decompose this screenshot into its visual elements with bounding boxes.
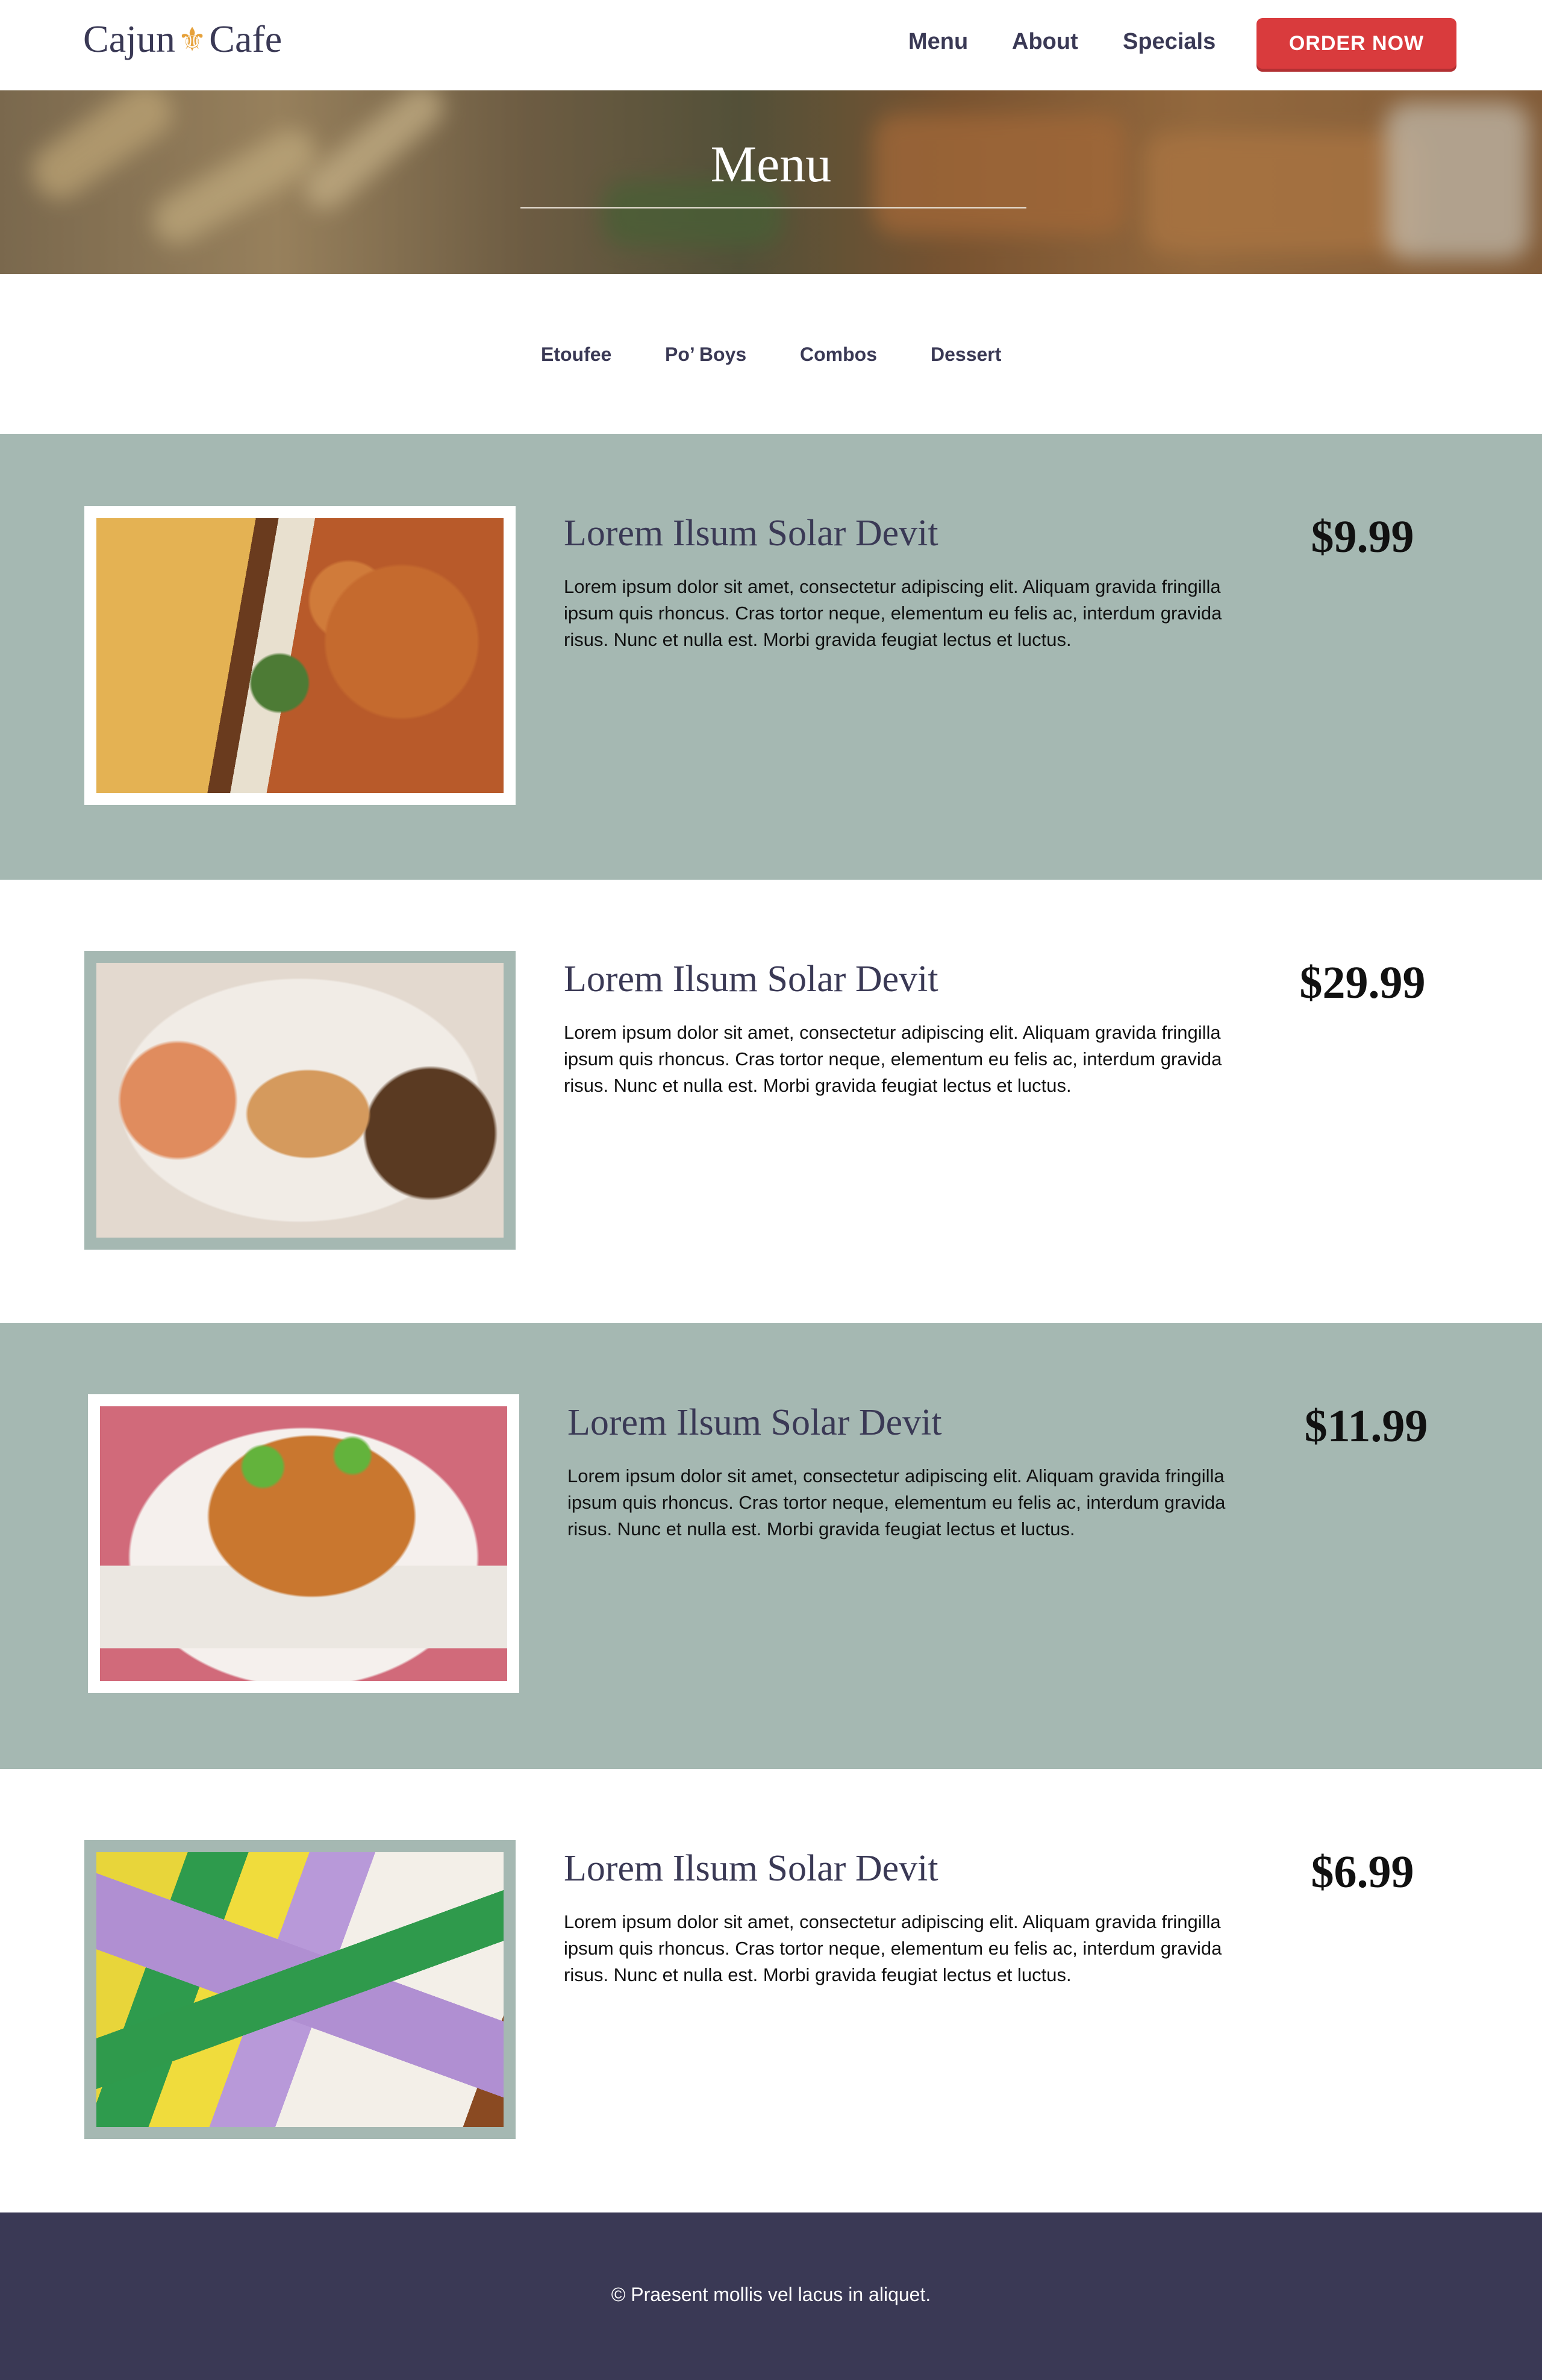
- logo-text-left: Cajun: [83, 17, 175, 60]
- tab-combos[interactable]: Combos: [800, 343, 877, 366]
- menu-item-price: $9.99: [1311, 512, 1414, 562]
- menu-item-image-frame: [84, 506, 516, 805]
- tab-dessert[interactable]: Dessert: [931, 343, 1001, 366]
- fleur-de-lis-icon: ⚜: [177, 21, 207, 58]
- hero-banner: Menu: [0, 90, 1542, 274]
- nav-menu[interactable]: Menu: [908, 29, 968, 55]
- menu-item-image-frame: [84, 951, 516, 1250]
- menu-item-description: Lorem ipsum dolor sit amet, consectetur …: [564, 1022, 1222, 1096]
- menu-item-title: Lorem Ilsum Solar Devit: [567, 1402, 942, 1443]
- nav-specials[interactable]: Specials: [1123, 29, 1216, 55]
- title-divider: [520, 207, 1026, 208]
- menu-item-row: Lorem Ilsum Solar Devit Lorem ipsum dolo…: [0, 434, 1542, 880]
- tab-etoufee[interactable]: Etoufee: [541, 343, 611, 366]
- order-now-button[interactable]: ORDER NOW: [1256, 18, 1456, 69]
- page-title: Menu: [710, 135, 832, 193]
- menu-item-row: Lorem Ilsum Solar Devit Lorem ipsum dolo…: [0, 880, 1542, 1326]
- menu-item-price: $29.99: [1299, 957, 1426, 1008]
- site-header: Cajun ⚜ Cafe Menu About Specials ORDER N…: [0, 0, 1542, 90]
- tab-po-boys[interactable]: Po’ Boys: [665, 343, 746, 366]
- site-logo[interactable]: Cajun ⚜ Cafe: [83, 17, 282, 61]
- menu-item-price: $6.99: [1311, 1847, 1414, 1897]
- menu-item-title: Lorem Ilsum Solar Devit: [564, 513, 938, 554]
- seafood-combo-photo[interactable]: [96, 963, 504, 1238]
- footer-copyright: © Praesent mollis vel lacus in aliquet.: [611, 2284, 931, 2305]
- crawfish-etouffee-photo[interactable]: [100, 1406, 507, 1681]
- menu-item-title: Lorem Ilsum Solar Devit: [564, 959, 938, 1000]
- logo-text-right: Cafe: [209, 17, 282, 60]
- king-cake-photo[interactable]: [96, 1852, 504, 2127]
- menu-item-image-frame: [88, 1394, 519, 1693]
- menu-item-price: $11.99: [1304, 1401, 1428, 1451]
- menu-item-image-frame: [84, 1840, 516, 2139]
- shrimp-po-boy-photo[interactable]: [96, 518, 504, 793]
- menu-item-description: Lorem ipsum dolor sit amet, consectetur …: [564, 576, 1222, 650]
- menu-item-row: Lorem Ilsum Solar Devit Lorem ipsum dolo…: [0, 1769, 1542, 2215]
- menu-item-description: Lorem ipsum dolor sit amet, consectetur …: [564, 1911, 1222, 1985]
- nav-about[interactable]: About: [1012, 29, 1078, 55]
- menu-item-row: Lorem Ilsum Solar Devit Lorem ipsum dolo…: [0, 1323, 1542, 1769]
- menu-item-description: Lorem ipsum dolor sit amet, consectetur …: [567, 1465, 1226, 1539]
- menu-item-title: Lorem Ilsum Solar Devit: [564, 1848, 938, 1889]
